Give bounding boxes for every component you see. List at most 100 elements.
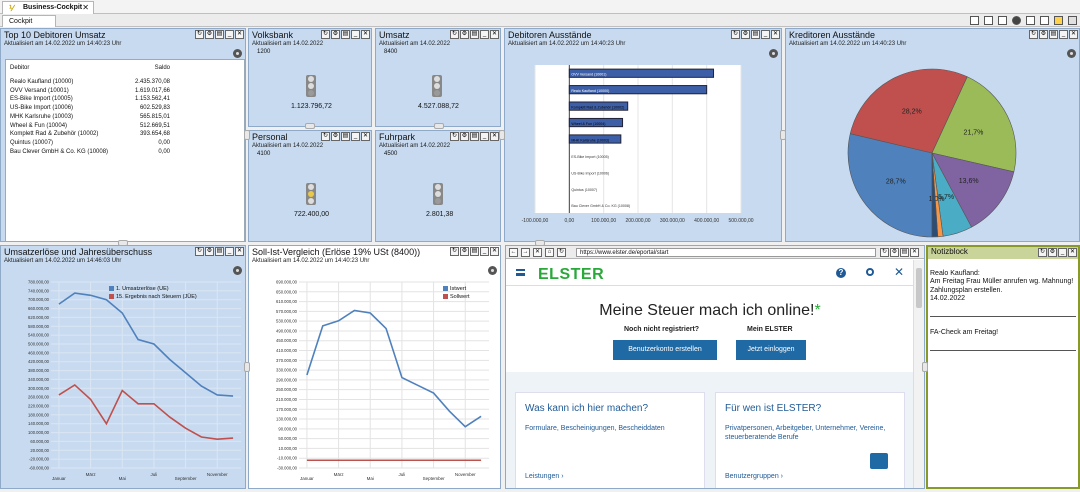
notes-textarea[interactable]: Realo Kaufland: Am Freitag Frau Müller a… [930,261,1076,359]
close-icon[interactable]: ✕ [771,30,780,39]
settings-icon[interactable]: ⚙ [331,132,340,141]
minimize-icon[interactable]: _ [761,30,770,39]
settings-icon[interactable]: ⚙ [890,248,899,257]
splitter-handle[interactable] [780,130,786,140]
refresh-icon[interactable]: ↻ [557,248,566,257]
scrollbar-thumb[interactable] [916,268,922,308]
print-icon[interactable]: ▤ [900,248,909,257]
close-icon[interactable]: ✕ [1069,30,1078,39]
splitter-handle[interactable] [535,240,545,246]
refresh-icon[interactable]: ↻ [321,132,330,141]
table-row[interactable]: ES-Bike Import (10005) 1.153.562,41 [8,96,240,104]
refresh-icon[interactable]: ↻ [450,247,459,256]
table-row[interactable]: MHK Karlsruhe (10003) 565.815,01 [8,114,240,122]
splitter-handle[interactable] [499,130,505,140]
menu-icon[interactable] [516,269,525,276]
table-row[interactable]: Komplett Rad & Zubehör (10002) 393.654,68 [8,131,240,139]
settings-icon[interactable]: ⚙ [205,247,214,256]
minimize-icon[interactable]: _ [351,30,360,39]
copy-icon[interactable] [1026,16,1035,25]
tab-business-cockpit[interactable]: ⅟ Business-Cockpit ✕ [2,1,94,14]
refresh-icon[interactable]: ↻ [450,132,459,141]
splitter-handle[interactable] [244,130,250,140]
print-icon[interactable]: ▤ [470,30,479,39]
gear-icon[interactable] [233,49,242,58]
minimize-icon[interactable]: _ [480,132,489,141]
settings-icon[interactable]: ⚙ [460,30,469,39]
minimize-icon[interactable]: _ [225,247,234,256]
elster-logo[interactable]: ELSTER [538,266,604,284]
print-icon[interactable]: ▤ [1049,30,1058,39]
minimize-icon[interactable]: _ [1059,30,1068,39]
print-icon[interactable]: ▤ [215,30,224,39]
print-icon[interactable]: ▤ [470,132,479,141]
close-icon[interactable]: ✕ [235,247,244,256]
close-icon[interactable]: ✕ [361,30,370,39]
settings-icon[interactable]: ⚙ [331,30,340,39]
refresh-icon[interactable]: ↻ [1038,248,1047,257]
benutzergruppen-link[interactable]: Benutzergruppen › [725,473,783,480]
print-icon[interactable]: ▤ [341,132,350,141]
minimize-icon[interactable]: _ [225,30,234,39]
minimize-icon[interactable]: _ [1058,248,1067,257]
scrollbar[interactable] [913,260,924,488]
minimize-icon[interactable]: _ [480,30,489,39]
table-row[interactable]: OVV Versand (10001) 1.619.017,66 [8,88,240,96]
settings-icon[interactable]: ⚙ [1039,30,1048,39]
table-row[interactable]: US-Bike Import (10006) 602.529,83 [8,105,240,113]
splitter-handle[interactable] [434,123,444,129]
table-row[interactable]: Realo Kaufland (10000) 2.435.370,08 [8,79,240,87]
close-icon[interactable]: ✕ [894,265,904,279]
create-account-button[interactable]: Benutzerkonto erstellen [613,340,717,360]
close-icon[interactable]: ✕ [1068,248,1077,257]
minimize-icon[interactable]: _ [351,132,360,141]
back-icon[interactable]: ← [509,248,518,257]
print-icon[interactable]: ▤ [341,30,350,39]
refresh-icon[interactable]: ↻ [195,247,204,256]
settings-icon[interactable] [1012,16,1021,25]
table-row[interactable]: Bau Clever GmbH & Co. KG (10008) 0,00 [8,149,240,157]
copy-icon[interactable] [1040,16,1049,25]
splitter-handle[interactable] [118,240,128,246]
login-button[interactable]: Jetzt einloggen [736,340,806,360]
refresh-icon[interactable]: ↻ [195,30,204,39]
refresh-icon[interactable]: ↻ [880,248,889,257]
splitter-handle[interactable] [244,362,250,372]
close-icon[interactable]: ✕ [490,247,499,256]
layout-icon[interactable] [984,16,993,25]
refresh-icon[interactable] [1054,16,1063,25]
home-icon[interactable]: ⌂ [545,248,554,257]
settings-icon[interactable]: ⚙ [460,132,469,141]
stop-icon[interactable]: ✕ [533,248,542,257]
refresh-icon[interactable]: ↻ [731,30,740,39]
forward-icon[interactable]: → [521,248,530,257]
print-icon[interactable]: ▤ [470,247,479,256]
settings-icon[interactable]: ⚙ [460,247,469,256]
print-icon[interactable]: ▤ [215,247,224,256]
close-icon[interactable]: ✕ [910,248,919,257]
splitter-handle[interactable] [305,123,315,129]
refresh-icon[interactable]: ↻ [321,30,330,39]
table-row[interactable]: Wheel & Fun (10004) 512.669,51 [8,123,240,131]
table-row[interactable]: Quintus (10007) 0,00 [8,140,240,148]
settings-icon[interactable]: ⚙ [1048,248,1057,257]
close-icon[interactable]: ✕ [235,30,244,39]
close-icon[interactable]: ✕ [490,132,499,141]
print-icon[interactable]: ▤ [751,30,760,39]
close-icon[interactable]: ✕ [361,132,370,141]
minimize-icon[interactable]: _ [480,247,489,256]
close-tab-icon[interactable]: ✕ [82,3,89,12]
close-icon[interactable]: ✕ [490,30,499,39]
layout-icon[interactable] [970,16,979,25]
url-field[interactable]: https://www.elster.de/eportal/start [576,248,876,257]
refresh-icon[interactable]: ↻ [450,30,459,39]
search-icon[interactable] [866,268,874,276]
layout-icon[interactable] [998,16,1007,25]
settings-icon[interactable]: ⚙ [205,30,214,39]
grid-icon[interactable] [1068,16,1077,25]
settings-icon[interactable]: ⚙ [741,30,750,39]
splitter-handle[interactable] [922,362,928,372]
leistungen-link[interactable]: Leistungen › [525,473,564,480]
help-icon[interactable]: ? [836,268,846,278]
tab-cockpit[interactable]: Cockpit [2,15,56,27]
